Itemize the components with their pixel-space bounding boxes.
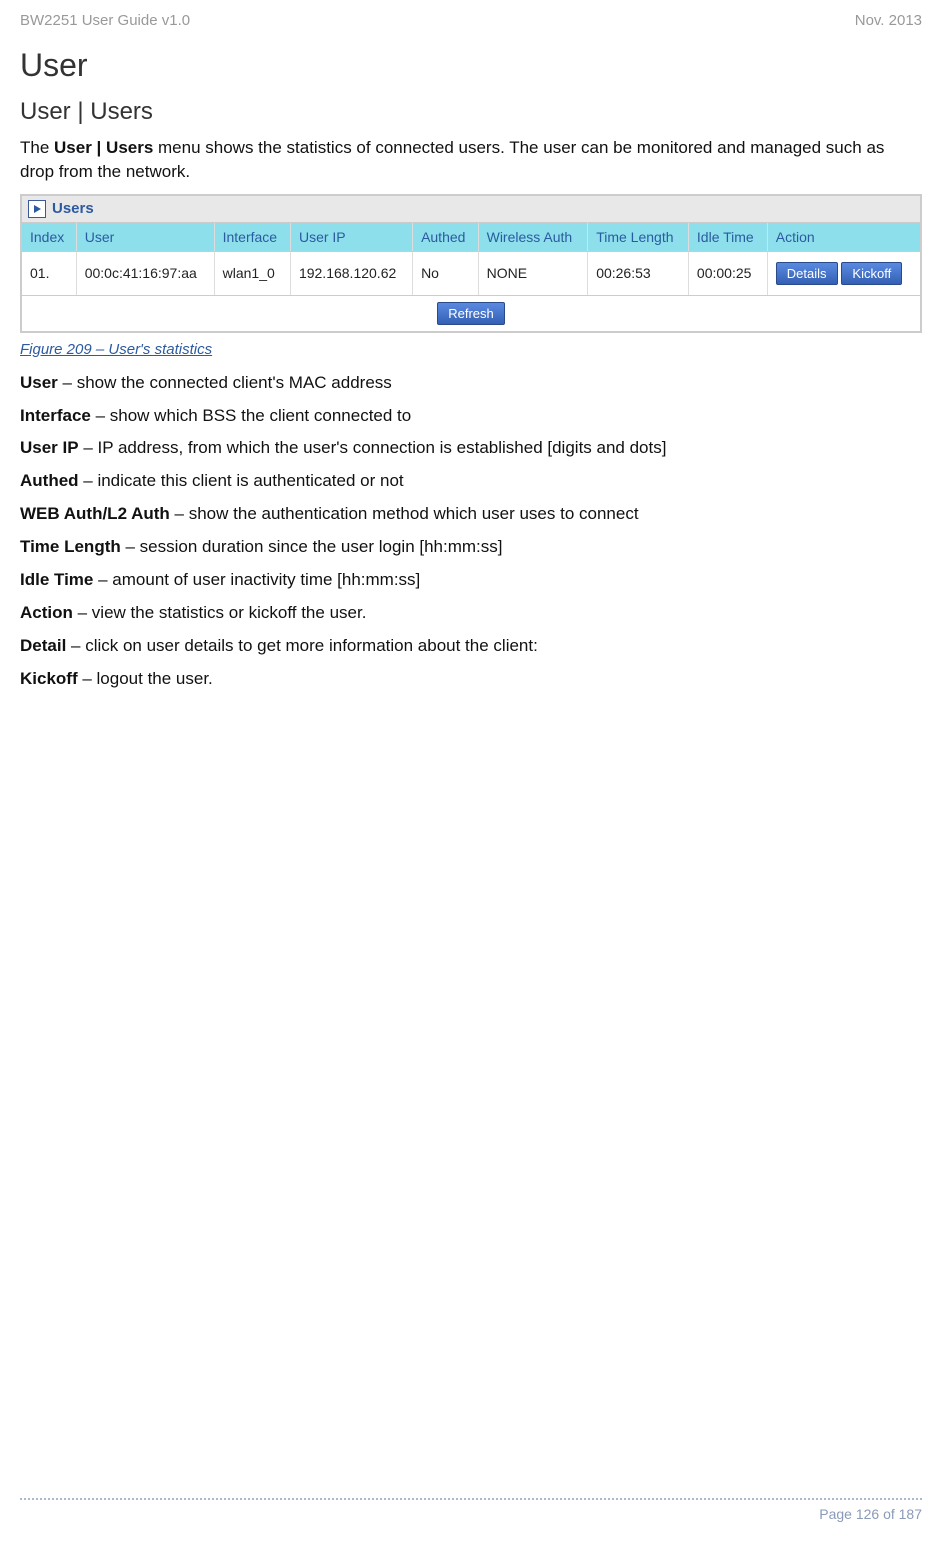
- table-header-row: Index User Interface User IP Authed Wire…: [22, 223, 920, 252]
- def-webauth: WEB Auth/L2 Auth – show the authenticati…: [20, 503, 922, 526]
- users-table: Index User Interface User IP Authed Wire…: [22, 223, 920, 295]
- col-action: Action: [767, 223, 920, 252]
- def-userip: User IP – IP address, from which the use…: [20, 437, 922, 460]
- users-table-panel: Users Index User Interface User IP Authe…: [20, 194, 922, 333]
- intro-bold: User | Users: [54, 138, 153, 157]
- col-wireless-auth: Wireless Auth: [478, 223, 588, 252]
- col-index: Index: [22, 223, 76, 252]
- cell-action: Details Kickoff: [767, 251, 920, 295]
- arrow-right-icon: [28, 200, 46, 218]
- page-number: Page 126 of 187: [20, 1506, 922, 1522]
- col-interface: Interface: [214, 223, 290, 252]
- doc-title: BW2251 User Guide v1.0: [20, 12, 190, 29]
- def-authed: Authed – indicate this client is authent…: [20, 470, 922, 493]
- heading-user-users: User | Users: [20, 98, 922, 126]
- col-authed: Authed: [413, 223, 479, 252]
- cell-authed: No: [413, 251, 479, 295]
- cell-index: 01.: [22, 251, 76, 295]
- cell-user: 00:0c:41:16:97:aa: [76, 251, 214, 295]
- page-footer: Page 126 of 187: [20, 1498, 922, 1522]
- col-user: User: [76, 223, 214, 252]
- doc-date: Nov. 2013: [855, 12, 922, 29]
- details-button[interactable]: Details: [776, 262, 838, 285]
- figure-caption: Figure 209 – User's statistics: [20, 341, 922, 358]
- cell-tlen: 00:26:53: [588, 251, 689, 295]
- intro-prefix: The: [20, 138, 54, 157]
- kickoff-button[interactable]: Kickoff: [841, 262, 902, 285]
- cell-userip: 192.168.120.62: [290, 251, 412, 295]
- footer-divider: [20, 1498, 922, 1500]
- refresh-row: Refresh: [22, 295, 920, 331]
- refresh-button[interactable]: Refresh: [437, 302, 505, 325]
- page-header: BW2251 User Guide v1.0 Nov. 2013: [0, 0, 942, 37]
- cell-idle: 00:00:25: [688, 251, 767, 295]
- table-title-bar: Users: [22, 196, 920, 223]
- intro-paragraph: The User | Users menu shows the statisti…: [20, 136, 922, 184]
- col-idle-time: Idle Time: [688, 223, 767, 252]
- def-idletime: Idle Time – amount of user inactivity ti…: [20, 569, 922, 592]
- def-timelength: Time Length – session duration since the…: [20, 536, 922, 559]
- col-userip: User IP: [290, 223, 412, 252]
- def-user: User – show the connected client's MAC a…: [20, 372, 922, 395]
- definitions: User – show the connected client's MAC a…: [20, 372, 922, 691]
- content: User User | Users The User | Users menu …: [0, 37, 942, 691]
- table-row: 01. 00:0c:41:16:97:aa wlan1_0 192.168.12…: [22, 251, 920, 295]
- heading-user: User: [20, 47, 922, 84]
- def-interface: Interface – show which BSS the client co…: [20, 405, 922, 428]
- def-action: Action – view the statistics or kickoff …: [20, 602, 922, 625]
- cell-interface: wlan1_0: [214, 251, 290, 295]
- col-time-length: Time Length: [588, 223, 689, 252]
- def-detail: Detail – click on user details to get mo…: [20, 635, 922, 658]
- def-kickoff: Kickoff – logout the user.: [20, 668, 922, 691]
- table-title: Users: [52, 200, 94, 217]
- cell-wauth: NONE: [478, 251, 588, 295]
